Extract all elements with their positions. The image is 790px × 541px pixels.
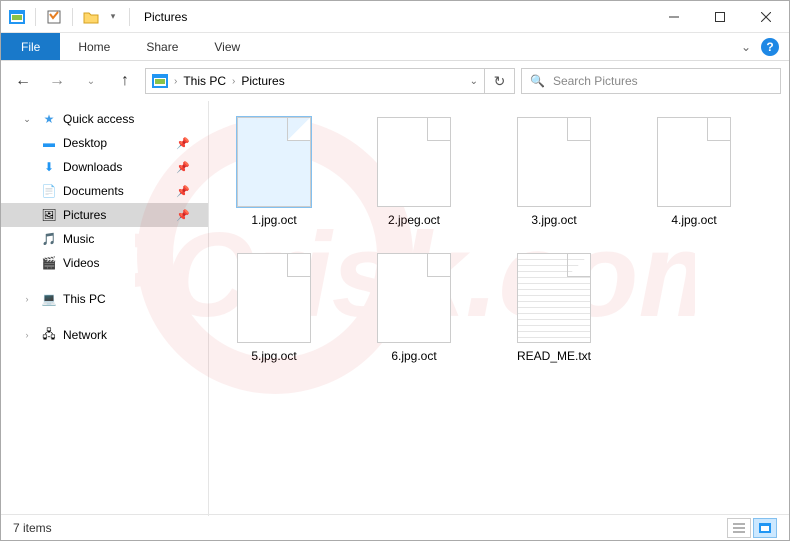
help-icon[interactable]: ? xyxy=(761,38,779,56)
search-placeholder: Search Pictures xyxy=(553,74,638,88)
navigation-row: ← → ⌄ ↑ › This PC › Pictures ⌄ ↻ 🔍 Searc… xyxy=(1,61,789,101)
file-name: 5.jpg.oct xyxy=(251,349,296,363)
sidebar-item-documents[interactable]: 📄 Documents 📌 xyxy=(1,179,208,203)
status-bar: 7 items xyxy=(1,514,789,540)
ribbon-tab-home[interactable]: Home xyxy=(60,33,128,60)
this-pc-icon: 💻 xyxy=(41,292,57,306)
network-icon: 🖧 xyxy=(41,325,57,346)
downloads-icon: ⬇ xyxy=(41,160,57,174)
chevron-right-icon: › xyxy=(19,294,35,304)
sidebar-item-label: Network xyxy=(63,328,107,342)
file-name: 6.jpg.oct xyxy=(391,349,436,363)
star-icon: ★ xyxy=(41,112,57,126)
qat-separator xyxy=(72,8,73,26)
item-count-label: 7 items xyxy=(13,521,52,535)
back-button[interactable]: ← xyxy=(9,67,37,95)
file-name: 3.jpg.oct xyxy=(531,213,576,227)
sidebar-item-label: Downloads xyxy=(63,160,122,174)
file-item[interactable]: 6.jpg.oct xyxy=(359,253,469,363)
navigation-pane: ⌄ ★ Quick access ▬ Desktop 📌 ⬇ Downloads 📌… xyxy=(1,101,209,516)
sidebar-item-music[interactable]: 🎵 Music xyxy=(1,227,208,251)
qat-dropdown-icon[interactable]: ▾ xyxy=(105,9,121,25)
file-thumbnail-icon xyxy=(657,117,731,207)
sidebar-quick-access[interactable]: ⌄ ★ Quick access xyxy=(1,107,208,131)
file-item[interactable]: 2.jpeg.oct xyxy=(359,117,469,227)
file-name: 1.jpg.oct xyxy=(251,213,296,227)
file-item[interactable]: 3.jpg.oct xyxy=(499,117,609,227)
documents-icon: 📄 xyxy=(41,184,57,198)
text-file-icon xyxy=(517,253,591,343)
sidebar-item-desktop[interactable]: ▬ Desktop 📌 xyxy=(1,131,208,155)
file-thumbnail-icon xyxy=(237,117,311,207)
breadcrumb-pictures[interactable]: Pictures xyxy=(241,74,284,88)
sidebar-item-label: Quick access xyxy=(63,112,134,126)
pin-icon: 📌 xyxy=(176,161,190,174)
file-name: 4.jpg.oct xyxy=(671,213,716,227)
file-list[interactable]: 1.jpg.oct 2.jpeg.oct 3.jpg.oct 4.jpg.oct… xyxy=(209,101,789,516)
forward-button[interactable]: → xyxy=(43,67,71,95)
app-icon xyxy=(7,7,27,27)
titlebar: ▾ Pictures xyxy=(1,1,789,33)
file-item[interactable]: 5.jpg.oct xyxy=(219,253,329,363)
sidebar-item-label: Pictures xyxy=(63,208,106,222)
sidebar-item-label: Desktop xyxy=(63,136,107,150)
pictures-icon: 🖼 xyxy=(41,208,57,222)
music-icon: 🎵 xyxy=(41,232,57,246)
sidebar-item-label: Videos xyxy=(63,256,99,270)
chevron-down-icon: ⌄ xyxy=(19,114,35,125)
chevron-icon[interactable]: › xyxy=(174,76,177,87)
pin-icon: 📌 xyxy=(176,137,190,150)
ribbon-file-tab[interactable]: File xyxy=(1,33,60,60)
sidebar-this-pc[interactable]: › 💻 This PC xyxy=(1,287,208,311)
sidebar-item-pictures[interactable]: 🖼 Pictures 📌 xyxy=(1,203,208,227)
desktop-icon: ▬ xyxy=(41,136,57,150)
sidebar-item-videos[interactable]: 🎬 Videos xyxy=(1,251,208,275)
search-input[interactable]: 🔍 Search Pictures xyxy=(521,68,781,94)
file-name: READ_ME.txt xyxy=(517,349,591,363)
sidebar-item-label: Documents xyxy=(63,184,124,198)
videos-icon: 🎬 xyxy=(41,256,57,270)
sidebar-item-label: This PC xyxy=(63,292,106,306)
file-item[interactable]: READ_ME.txt xyxy=(499,253,609,363)
qat-folder-icon[interactable] xyxy=(81,7,101,27)
ribbon-tab-view[interactable]: View xyxy=(196,33,258,60)
sidebar-item-downloads[interactable]: ⬇ Downloads 📌 xyxy=(1,155,208,179)
maximize-button[interactable] xyxy=(697,1,743,33)
up-button[interactable]: ↑ xyxy=(111,67,139,95)
address-bar[interactable]: › This PC › Pictures ⌄ xyxy=(145,68,485,94)
details-view-button[interactable] xyxy=(727,518,751,538)
sidebar-network[interactable]: › 🖧 Network xyxy=(1,323,208,347)
qat-properties-icon[interactable] xyxy=(44,7,64,27)
file-thumbnail-icon xyxy=(237,253,311,343)
window-title: Pictures xyxy=(144,10,187,24)
file-thumbnail-icon xyxy=(517,117,591,207)
breadcrumb-this-pc[interactable]: This PC xyxy=(183,74,226,88)
recent-dropdown-icon[interactable]: ⌄ xyxy=(77,67,105,95)
pin-icon: 📌 xyxy=(176,185,190,198)
large-icons-view-button[interactable] xyxy=(753,518,777,538)
minimize-button[interactable] xyxy=(651,1,697,33)
qat-separator xyxy=(35,8,36,26)
file-item[interactable]: 1.jpg.oct xyxy=(219,117,329,227)
file-item[interactable]: 4.jpg.oct xyxy=(639,117,749,227)
chevron-icon[interactable]: › xyxy=(232,76,235,87)
address-dropdown-icon[interactable]: ⌄ xyxy=(470,76,478,87)
refresh-button[interactable]: ↻ xyxy=(485,68,515,94)
ribbon-tab-share[interactable]: Share xyxy=(128,33,196,60)
title-separator xyxy=(129,8,130,26)
sidebar-item-label: Music xyxy=(63,232,94,246)
file-thumbnail-icon xyxy=(377,117,451,207)
pin-icon: 📌 xyxy=(176,209,190,222)
chevron-right-icon: › xyxy=(19,330,35,340)
pictures-location-icon xyxy=(152,73,168,89)
search-icon: 🔍 xyxy=(530,74,545,88)
ribbon: File Home Share View ⌄ ? xyxy=(1,33,789,61)
close-button[interactable] xyxy=(743,1,789,33)
file-thumbnail-icon xyxy=(377,253,451,343)
ribbon-expand-icon[interactable]: ⌄ xyxy=(741,40,751,54)
file-name: 2.jpeg.oct xyxy=(388,213,440,227)
